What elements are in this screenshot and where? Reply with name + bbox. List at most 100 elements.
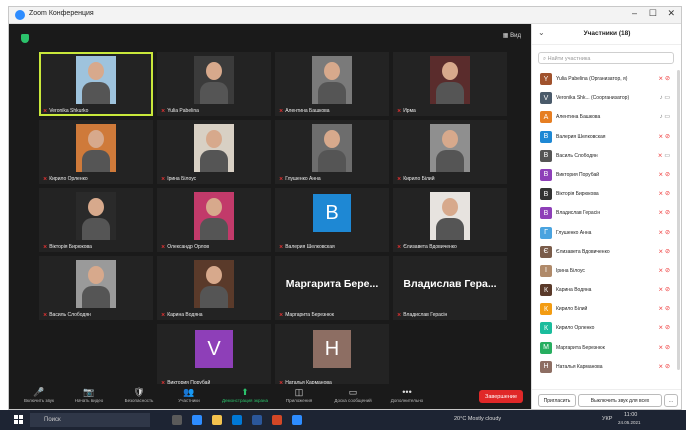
clock-date[interactable]: 24.05.2021 — [618, 420, 641, 425]
minimize-icon[interactable]: – — [632, 8, 637, 18]
participant-search-input[interactable]: ⌕ Найти участника — [538, 52, 674, 64]
store-icon[interactable] — [232, 415, 242, 425]
person-head — [324, 62, 340, 80]
participant-video-tile[interactable]: B ⨯ Валерия Шелковская — [275, 188, 389, 252]
participant-video-tile[interactable]: ⨯ Олександр Орлов — [157, 188, 271, 252]
muted-mic-icon: ⨯ — [43, 108, 48, 114]
toolbar-button[interactable]: 👥 Участники — [163, 386, 215, 403]
muted-mic-icon: ⨯ — [43, 244, 48, 250]
participant-row[interactable]: В Виктория Порубай ⨯ ⊘ — [538, 166, 674, 185]
toolbar-button[interactable]: 🛡 Безопасность — [113, 386, 165, 403]
word-icon[interactable] — [252, 415, 262, 425]
participant-status-icons: ⨯ ⊘ — [658, 305, 670, 312]
muted-mic-icon: ⨯ — [397, 176, 402, 182]
zoom-taskbar-icon[interactable] — [292, 415, 302, 425]
participant-video-tile[interactable]: ⨯ Кирило Білий — [393, 120, 507, 184]
video-feed — [194, 192, 234, 240]
participant-row[interactable]: М Маргарита Березнюк ⨯ ⊘ — [538, 339, 674, 358]
toolbar-button[interactable]: ◫ Приложения — [273, 386, 325, 403]
participant-video-tile[interactable]: ⨯ Кирило Орленко — [39, 120, 153, 184]
maximize-icon[interactable]: ☐ — [649, 8, 657, 19]
muted-mic-icon: ⨯ — [43, 312, 48, 318]
participant-video-tile[interactable]: ⨯ Глушенко Анна — [275, 120, 389, 184]
close-icon[interactable]: ✕ — [667, 8, 675, 19]
powerpoint-icon[interactable] — [272, 415, 282, 425]
participant-row[interactable]: Y Yulia Pabelina (Организатор, я) ⨯ ⊘ — [538, 70, 674, 89]
end-meeting-button[interactable]: Завершение — [479, 390, 523, 403]
invite-button[interactable]: Пригласить — [538, 394, 576, 407]
participant-video-tile[interactable]: H ⨯ Наталья Карманова — [275, 324, 389, 388]
participant-avatar: К — [540, 284, 552, 297]
tile-name-label: ⨯ Yulia Pabelina — [161, 108, 199, 114]
toolbar-label: Безопасность — [124, 398, 154, 403]
muted-mic-icon: ⨯ — [279, 312, 284, 318]
toolbar-button[interactable]: ⬆ Демонстрация экрана — [219, 386, 271, 403]
person-head — [324, 130, 340, 148]
participant-video-tile[interactable]: ⨯ Veronika Shkurko — [39, 52, 153, 116]
participant-video-tile[interactable]: ⨯ Карина Водяна — [157, 256, 271, 320]
window-title: Zoom Конференция — [29, 10, 94, 17]
tile-name-label: ⨯ Алентина Башкова — [279, 108, 330, 114]
participant-video-tile[interactable]: V ⨯ Виктория Порубай — [157, 324, 271, 388]
clock-time[interactable]: 11:00 — [624, 412, 637, 418]
participant-avatar: В — [540, 207, 552, 220]
participant-video-tile[interactable]: ⨯ Алентина Башкова — [275, 52, 389, 116]
taskbar-search-input[interactable]: Поиск — [30, 413, 150, 427]
participant-row[interactable]: К Карина Водяна ⨯ ⊘ — [538, 281, 674, 300]
participant-row[interactable]: V Veronika Shk... (Соорганизатор) ♪ ▭ — [538, 89, 674, 108]
participant-row[interactable]: В Валерия Шелковская ⨯ ⊘ — [538, 128, 674, 147]
toolbar-icon: ⬆ — [241, 387, 249, 397]
person-head — [206, 62, 222, 80]
video-feed — [194, 124, 234, 172]
participant-video-tile[interactable]: ⨯ Yulia Pabelina — [157, 52, 271, 116]
tile-name-label: ⨯ Маргарита Березнюк — [279, 312, 334, 318]
edge-browser-icon[interactable] — [192, 415, 202, 425]
participant-scrollbar[interactable] — [677, 70, 680, 370]
participant-row[interactable]: А Алентина Башкова ♪ ▭ — [538, 108, 674, 127]
encryption-shield-icon[interactable] — [21, 34, 29, 43]
participant-avatar: К — [540, 322, 552, 335]
toolbar-label: Включить звук — [23, 398, 54, 403]
tile-name-label: ⨯ Олександр Орлов — [161, 244, 210, 250]
task-view-icon[interactable] — [172, 415, 182, 425]
toolbar-button[interactable]: 🎤 Включить звук — [13, 386, 65, 403]
participants-title: Участники (18) — [583, 30, 631, 37]
windows-start-icon[interactable] — [14, 415, 24, 425]
participant-video-tile[interactable]: Владислав Гера... ⨯ Владислав Герасін — [393, 256, 507, 320]
participant-status-icons: ⨯ ⊘ — [658, 286, 670, 293]
participant-video-tile[interactable]: ⨯ Ирма — [393, 52, 507, 116]
toolbar-button[interactable]: 📷 Начать видео — [63, 386, 115, 403]
person-body — [82, 150, 110, 172]
participant-row[interactable]: Г Глушенко Анна ⨯ ⊘ — [538, 224, 674, 243]
weather-widget[interactable]: 20°C Mostly cloudy — [454, 416, 501, 422]
view-button[interactable]: ▦ Вид — [503, 32, 521, 39]
more-options-button[interactable]: ... — [664, 394, 678, 407]
participant-video-tile[interactable]: ⨯ Василь Слободян — [39, 256, 153, 320]
toolbar-button[interactable]: ••• Дополнительно — [381, 386, 433, 403]
participant-avatar: К — [540, 303, 552, 316]
mute-all-button[interactable]: Выключить звук для всех — [578, 394, 662, 407]
toolbar-icon: ••• — [402, 387, 412, 397]
participant-row[interactable]: В Василь Слободян ⨯ ▭ — [538, 147, 674, 166]
participant-row[interactable]: В Владислав Герасін ⨯ ⊘ — [538, 204, 674, 223]
participant-video-tile[interactable]: ⨯ Вікторія Бирюкова — [39, 188, 153, 252]
video-feed — [312, 124, 352, 172]
participant-row[interactable]: Є Єлизавета Вдовиченко ⨯ ⊘ — [538, 243, 674, 262]
participant-row[interactable]: К Кирило Орленко ⨯ ⊘ — [538, 319, 674, 338]
participant-row[interactable]: В Вікторія Бирюкова ⨯ ⊘ — [538, 185, 674, 204]
participant-video-tile[interactable]: ⨯ Ірина Білоус — [157, 120, 271, 184]
tile-name-label: ⨯ Карина Водяна — [161, 312, 203, 318]
participant-video-tile[interactable]: ⨯ Єлизавета Вдовиченко — [393, 188, 507, 252]
toolbar-button[interactable]: ▭ Доска сообщений — [327, 386, 379, 403]
title-bar: Zoom Конференция – ☐ ✕ — [9, 7, 681, 24]
participant-video-tile[interactable]: Маргарита Бере... ⨯ Маргарита Березнюк — [275, 256, 389, 320]
file-explorer-icon[interactable] — [212, 415, 222, 425]
participant-row[interactable]: Н Наталья Карманова ⨯ ⊘ — [538, 358, 674, 377]
participant-avatar: А — [540, 111, 552, 124]
muted-mic-icon: ⨯ — [397, 244, 402, 250]
language-indicator[interactable]: УКР — [602, 416, 612, 422]
participant-avatar: В — [540, 188, 552, 201]
participant-row[interactable]: І Ірина Білоус ⨯ ⊘ — [538, 262, 674, 281]
person-body — [200, 286, 228, 308]
participant-row[interactable]: К Кирило Білий ⨯ ⊘ — [538, 300, 674, 319]
